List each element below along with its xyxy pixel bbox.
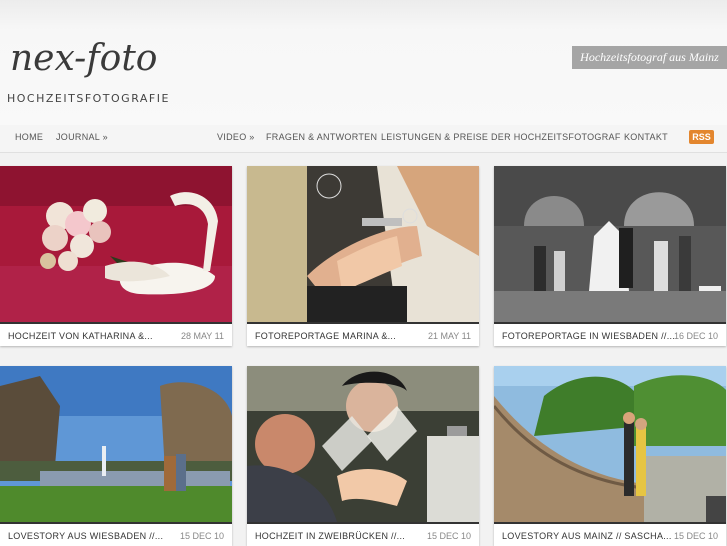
post-caption: FOTOREPORTAGE IN WIESBADEN //... 16 DEC … — [494, 322, 726, 346]
post-photo-hands[interactable] — [247, 166, 479, 322]
post-caption: LOVESTORY AUS WIESBADEN //... 15 DEC 10 — [0, 522, 232, 546]
nav-photographer[interactable]: DER HOCHZEITSFOTOGRAF — [491, 132, 621, 142]
tagline-badge: Hochzeitsfotograf aus Mainz — [572, 46, 727, 69]
post-date: 15 DEC 10 — [673, 531, 718, 541]
post-card[interactable]: FOTOREPORTAGE IN WIESBADEN //... 16 DEC … — [494, 166, 726, 346]
post-photo-church-ceremony[interactable] — [494, 166, 726, 322]
post-date: 16 DEC 10 — [673, 331, 718, 341]
nav-video[interactable]: VIDEO » — [217, 132, 255, 142]
nav-services[interactable]: LEISTUNGEN & PREISE — [381, 132, 488, 142]
post-photo-champagne-toast[interactable] — [247, 366, 479, 522]
site-logo-subtitle: HOCHZEITSFOTOGRAFIE — [7, 92, 170, 105]
nav-faq[interactable]: FRAGEN & ANTWORTEN — [266, 132, 377, 142]
post-card[interactable]: LOVESTORY AUS MAINZ // SASCHA... 15 DEC … — [494, 366, 726, 546]
post-title[interactable]: FOTOREPORTAGE MARINA &... — [255, 331, 396, 341]
post-photo-bouquet-shoes[interactable] — [0, 166, 232, 322]
post-date: 15 DEC 10 — [426, 531, 471, 541]
nav-journal[interactable]: JOURNAL » — [56, 132, 108, 142]
main-navigation: HOME JOURNAL » VIDEO » FRAGEN & ANTWORTE… — [0, 125, 727, 153]
post-card[interactable]: HOCHZEIT VON KATHARINA &... 28 MAY 11 — [0, 166, 232, 346]
rss-icon[interactable]: RSS — [689, 130, 714, 144]
post-date: 15 DEC 10 — [179, 531, 224, 541]
post-date: 21 MAY 11 — [427, 331, 471, 341]
site-logo[interactable]: nex-foto — [10, 38, 157, 79]
post-caption: HOCHZEIT IN ZWEIBRÜCKEN //... 15 DEC 10 — [247, 522, 479, 546]
post-date: 28 MAY 11 — [180, 331, 224, 341]
post-card[interactable]: LOVESTORY AUS WIESBADEN //... 15 DEC 10 — [0, 366, 232, 546]
post-photo-park-fountain[interactable] — [0, 366, 232, 522]
post-title[interactable]: FOTOREPORTAGE IN WIESBADEN //... — [502, 331, 675, 341]
post-caption: HOCHZEIT VON KATHARINA &... 28 MAY 11 — [0, 322, 232, 346]
post-card[interactable]: FOTOREPORTAGE MARINA &... 21 MAY 11 — [247, 166, 479, 346]
site-header: nex-foto HOCHZEITSFOTOGRAFIE Hochzeitsfo… — [0, 0, 727, 125]
nav-contact[interactable]: KONTAKT — [624, 132, 668, 142]
post-photo-couple-wall[interactable] — [494, 366, 726, 522]
nav-home[interactable]: HOME — [15, 132, 43, 142]
post-card[interactable]: HOCHZEIT IN ZWEIBRÜCKEN //... 15 DEC 10 — [247, 366, 479, 546]
post-title[interactable]: HOCHZEIT VON KATHARINA &... — [8, 331, 153, 341]
post-caption: LOVESTORY AUS MAINZ // SASCHA... 15 DEC … — [494, 522, 726, 546]
post-title[interactable]: LOVESTORY AUS WIESBADEN //... — [8, 531, 163, 541]
post-title[interactable]: LOVESTORY AUS MAINZ // SASCHA... — [502, 531, 672, 541]
post-title[interactable]: HOCHZEIT IN ZWEIBRÜCKEN //... — [255, 531, 405, 541]
post-caption: FOTOREPORTAGE MARINA &... 21 MAY 11 — [247, 322, 479, 346]
